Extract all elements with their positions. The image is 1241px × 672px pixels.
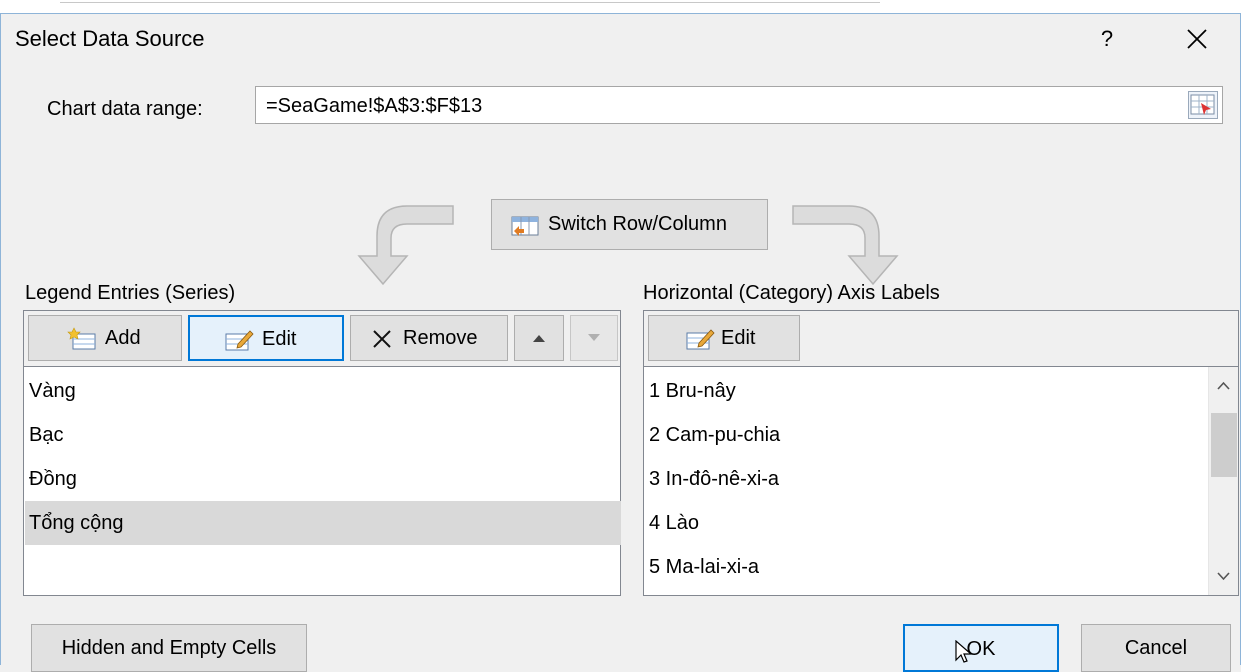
axis-labels-heading: Horizontal (Category) Axis Labels (643, 282, 940, 304)
close-button[interactable] (1173, 20, 1223, 58)
series-item-3[interactable]: Tổng cộng (25, 501, 621, 545)
switch-row-column-icon (511, 216, 539, 236)
select-data-source-dialog: Select Data Source ? Chart data range: =… (0, 14, 1241, 672)
move-series-up-button[interactable] (514, 315, 564, 361)
edit-icon (686, 329, 715, 350)
edit-axis-labels-button[interactable]: Edit (648, 315, 800, 361)
axis-item-1[interactable]: 2 Cam-pu-chia (645, 413, 1205, 457)
legend-entries-panel: Add Edit Remove Vàng Bạc Đồng Tổng cộng (23, 310, 621, 596)
triangle-up-icon (533, 335, 545, 342)
legend-toolbar: Add Edit Remove (24, 311, 620, 367)
chevron-up-icon[interactable] (1209, 371, 1238, 401)
edit-series-button[interactable]: Edit (188, 315, 344, 361)
switch-row-column-button[interactable]: Switch Row/Column (491, 199, 768, 250)
series-item-1[interactable]: Bạc (25, 413, 621, 457)
dialog-title: Select Data Source (15, 26, 205, 51)
dialog-titlebar: Select Data Source ? (1, 14, 1240, 64)
close-icon (1187, 29, 1207, 49)
edit-axis-labels-label: Edit (721, 327, 756, 349)
add-series-label: Add (105, 327, 141, 349)
curved-arrow-right-icon (792, 205, 899, 286)
mouse-cursor-icon (955, 640, 973, 663)
axis-labels-panel: Edit 1 Bru-nây 2 Cam-pu-chia 3 In-đô-nê-… (643, 310, 1239, 596)
edit-icon (225, 330, 254, 351)
curved-arrow-left-icon (357, 205, 454, 286)
remove-icon (373, 330, 391, 348)
background-window-strip (0, 0, 1241, 14)
chart-data-range-value: =SeaGame!$A$3:$F$13 (266, 95, 483, 117)
axis-item-2[interactable]: 3 In-đô-nê-xi-a (645, 457, 1205, 501)
series-item-2[interactable]: Đồng (25, 457, 621, 501)
add-icon (67, 327, 96, 350)
series-item-0[interactable]: Vàng (25, 369, 621, 413)
triangle-down-icon (588, 334, 600, 341)
move-series-down-button[interactable] (570, 315, 618, 361)
axis-item-3[interactable]: 4 Lào (645, 501, 1205, 545)
range-picker-icon[interactable] (1188, 91, 1218, 119)
chevron-down-icon[interactable] (1209, 561, 1238, 591)
chart-data-range-label: Chart data range: (47, 98, 203, 120)
chart-data-range-input[interactable]: =SeaGame!$A$3:$F$13 (255, 86, 1223, 124)
add-series-button[interactable]: Add (28, 315, 182, 361)
axis-list-scrollbar[interactable] (1208, 367, 1238, 595)
axis-item-4[interactable]: 5 Ma-lai-xi-a (645, 545, 1205, 589)
switch-row-column-label: Switch Row/Column (548, 213, 727, 235)
edit-series-label: Edit (262, 328, 297, 350)
axis-toolbar: Edit (644, 311, 1238, 367)
legend-entries-heading: Legend Entries (Series) (25, 282, 236, 304)
remove-series-button[interactable]: Remove (350, 315, 508, 361)
remove-series-label: Remove (403, 327, 478, 349)
background-window-edge (60, 2, 880, 10)
scroll-thumb[interactable] (1211, 413, 1237, 477)
help-button[interactable]: ? (1089, 22, 1125, 56)
axis-item-0[interactable]: 1 Bru-nây (645, 369, 1205, 413)
